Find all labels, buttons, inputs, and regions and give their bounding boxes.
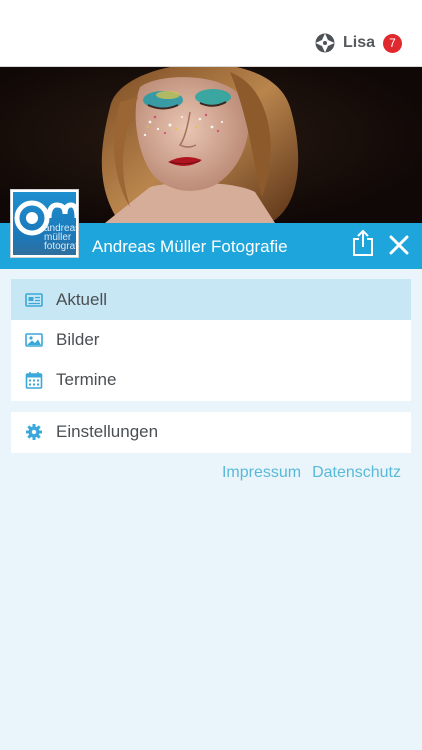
logo-graphic: andreas müller fotografie bbox=[13, 192, 76, 255]
notification-badge[interactable]: 7 bbox=[383, 33, 402, 53]
share-icon[interactable] bbox=[352, 229, 374, 257]
image-icon bbox=[25, 333, 43, 347]
datenschutz-link[interactable]: Datenschutz bbox=[312, 464, 401, 482]
footer-links: Impressum Datenschutz bbox=[211, 464, 401, 482]
menu-item-einstellungen[interactable]: Einstellungen bbox=[11, 412, 411, 452]
user-menu[interactable]: Lisa 7 bbox=[315, 33, 402, 53]
main-menu: Aktuell Bilder Termine bbox=[11, 279, 411, 401]
newspaper-icon bbox=[25, 292, 43, 307]
menu-label-aktuell: Aktuell bbox=[56, 289, 108, 309]
gear-icon bbox=[26, 424, 42, 440]
menu-item-aktuell[interactable]: Aktuell bbox=[11, 279, 411, 320]
menu-label-termine: Termine bbox=[56, 370, 117, 389]
user-status-icon bbox=[315, 33, 335, 53]
calendar-icon bbox=[25, 372, 43, 389]
menu-item-bilder[interactable]: Bilder bbox=[11, 320, 411, 360]
menu-label-bilder: Bilder bbox=[56, 330, 100, 349]
profile-title: Andreas Müller Fotografie bbox=[92, 237, 288, 256]
close-icon[interactable] bbox=[388, 234, 410, 256]
menu-label-einstellungen: Einstellungen bbox=[56, 422, 159, 441]
settings-menu: Einstellungen bbox=[11, 412, 411, 453]
impressum-link[interactable]: Impressum bbox=[222, 464, 301, 482]
user-name[interactable]: Lisa bbox=[343, 34, 375, 52]
top-bar: Lisa 7 bbox=[0, 0, 422, 67]
menu-item-termine[interactable]: Termine bbox=[11, 360, 411, 400]
profile-logo: andreas müller fotografie bbox=[10, 189, 79, 258]
logo-text-line3: fotografie bbox=[44, 241, 76, 252]
